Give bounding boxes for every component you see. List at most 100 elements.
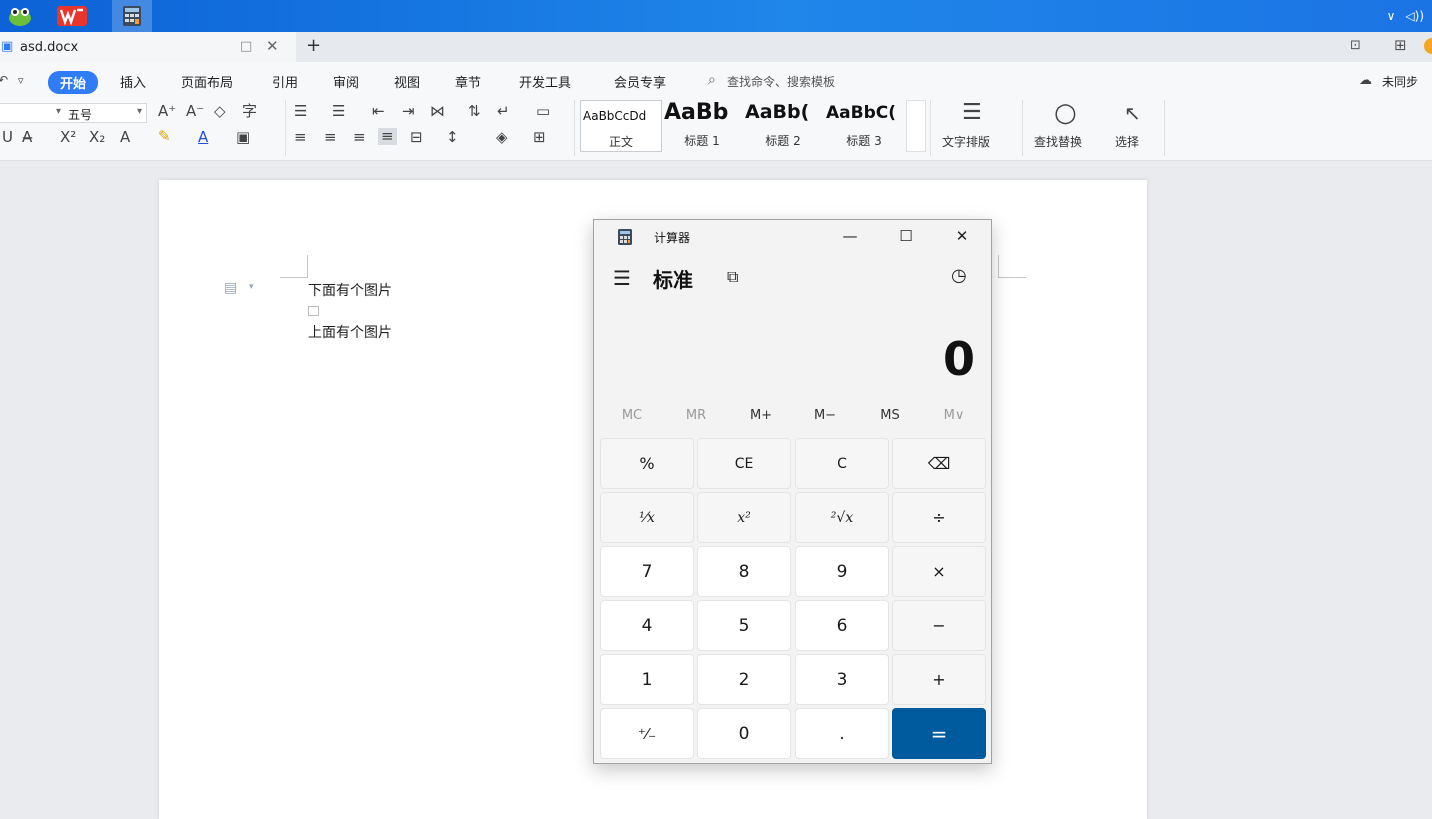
grid-apps-icon[interactable]: ⊞ [1394,38,1407,53]
decimal-button[interactable]: . [795,708,889,759]
backspace-button[interactable]: ⌫ [892,438,986,489]
digit-3-button[interactable]: 3 [795,654,889,705]
clear-format-icon[interactable]: ◇ [214,104,226,119]
tab-developer[interactable]: 开发工具 [519,72,571,91]
tab-home[interactable]: 开始 [48,71,99,94]
digit-8-button[interactable]: 8 [697,546,791,597]
tab-insert[interactable]: 插入 [120,72,146,91]
show-marks-icon[interactable]: ↵ [497,104,510,119]
memory-clear-button[interactable]: MC [600,408,664,423]
paragraph-menu-icon[interactable]: ▤ [224,281,237,295]
add-button[interactable]: + [892,654,986,705]
distributed-align-icon[interactable]: ⊟ [410,130,423,145]
close-tab-icon[interactable]: ✕ [266,39,279,54]
wps-office-icon[interactable] [52,0,92,32]
history-icon[interactable]: ◷ [951,267,967,285]
decrease-indent-icon[interactable]: ⇤ [372,104,385,119]
font-color-icon[interactable]: A [198,130,208,145]
image-placeholder[interactable] [308,306,319,316]
align-center-icon[interactable]: ≡ [324,130,337,145]
line-spacing-icon[interactable]: ↕ [446,130,459,145]
close-button[interactable]: ✕ [934,220,990,252]
hamburger-menu-icon[interactable]: ☰ [613,268,631,288]
multiply-button[interactable]: × [892,546,986,597]
style-heading-3[interactable]: AaBbC( 标题 3 [824,100,904,150]
phonetic-guide-icon[interactable]: 字 [242,104,257,119]
style-heading-1[interactable]: AaBb 标题 1 [662,100,742,150]
digit-6-button[interactable]: 6 [795,600,889,651]
sort-icon[interactable]: ⇅ [468,104,481,119]
digit-7-button[interactable]: 7 [600,546,694,597]
justify-icon[interactable]: ≡ [378,128,397,145]
styles-scroll[interactable] [906,100,926,152]
superscript-icon[interactable]: X² [60,130,76,145]
highlight-icon[interactable]: ✎ [158,129,171,144]
digit-0-button[interactable]: 0 [697,708,791,759]
tab-review[interactable]: 审阅 [333,72,359,91]
memory-list-button[interactable]: M∨ [922,408,986,423]
ruler-icon[interactable]: ▭ [536,104,550,119]
memory-add-button[interactable]: M+ [729,408,793,423]
percent-button[interactable]: % [600,438,694,489]
digit-5-button[interactable]: 5 [697,600,791,651]
equals-button[interactable]: = [892,708,986,759]
digit-4-button[interactable]: 4 [600,600,694,651]
minimize-button[interactable]: — [822,220,878,252]
divide-button[interactable]: ÷ [892,492,986,543]
clear-entry-button[interactable]: CE [697,438,791,489]
document-line-2[interactable]: 上面有个图片 [308,322,392,342]
bullets-icon[interactable]: ☰ [294,104,307,119]
style-normal[interactable]: AaBbCcDd 正文 [580,100,662,152]
font-name-dropdown-icon[interactable]: ▾ [56,107,61,117]
tab-page-layout[interactable]: 页面布局 [181,72,233,91]
quick-access-dropdown-icon[interactable]: ▿ [18,75,24,86]
volume-icon[interactable]: ◁)) [1405,9,1424,23]
find-replace-button[interactable]: 查找替换 [1034,133,1082,150]
digit-2-button[interactable]: 2 [697,654,791,705]
strikethrough-icon[interactable]: A̶ [22,130,32,145]
text-layout-button[interactable]: 文字排版 [942,133,990,150]
negate-button[interactable]: ⁺⁄₋ [600,708,694,759]
increase-indent-icon[interactable]: ⇥ [402,104,415,119]
command-search-input[interactable]: 查找命令、搜索模板 [727,73,835,90]
tab-member[interactable]: 会员专享 [614,72,666,91]
new-tab-button[interactable]: + [306,37,321,55]
pin-tab-icon[interactable]: □ [240,40,252,53]
layout-toggle-icon[interactable]: ⊡ [1350,39,1361,52]
shading-icon[interactable]: ◈ [496,130,508,145]
align-left-icon[interactable]: ≡ [294,130,307,145]
subscript-icon[interactable]: X₂ [89,130,105,145]
text-effect-icon[interactable]: A [120,130,130,145]
grow-font-icon[interactable]: A⁺ [158,104,176,119]
style-heading-2[interactable]: AaBb( 标题 2 [743,100,823,150]
shrink-font-icon[interactable]: A⁻ [186,104,204,119]
calculator-app-icon[interactable] [112,0,152,32]
tab-references[interactable]: 引用 [272,72,298,91]
memory-store-button[interactable]: MS [858,408,922,423]
subtract-button[interactable]: − [892,600,986,651]
sync-status[interactable]: 未同步 [1382,73,1418,90]
paragraph-menu-dropdown-icon[interactable]: ▾ [249,283,254,292]
app-frog-icon[interactable] [0,0,40,32]
quick-access-undo-icon[interactable]: ↶ [0,74,8,86]
font-size-dropdown-icon[interactable]: ▾ [137,107,142,117]
keep-on-top-icon[interactable]: ⧉ [727,269,738,285]
chinese-layout-icon[interactable]: ⋈ [430,104,445,119]
tab-view[interactable]: 视图 [394,72,420,91]
align-right-icon[interactable]: ≡ [353,130,366,145]
square-button[interactable]: x² [697,492,791,543]
maximize-button[interactable]: ☐ [878,220,934,252]
document-tab[interactable]: ▣ asd.docx □ ✕ [0,32,296,62]
tab-chapter[interactable]: 章节 [455,72,481,91]
digit-9-button[interactable]: 9 [795,546,889,597]
numbering-icon[interactable]: ☰ [332,104,345,119]
char-border-icon[interactable]: ▣ [236,130,250,145]
select-button[interactable]: 选择 [1115,133,1139,150]
document-line-1[interactable]: 下面有个图片 [308,280,392,300]
square-root-button[interactable]: ²√x [795,492,889,543]
underline-icon[interactable]: U [2,130,13,145]
digit-1-button[interactable]: 1 [600,654,694,705]
borders-icon[interactable]: ⊞ [533,130,546,145]
reciprocal-button[interactable]: ¹⁄x [600,492,694,543]
tray-chevron-icon[interactable]: ∨ [1387,9,1396,23]
